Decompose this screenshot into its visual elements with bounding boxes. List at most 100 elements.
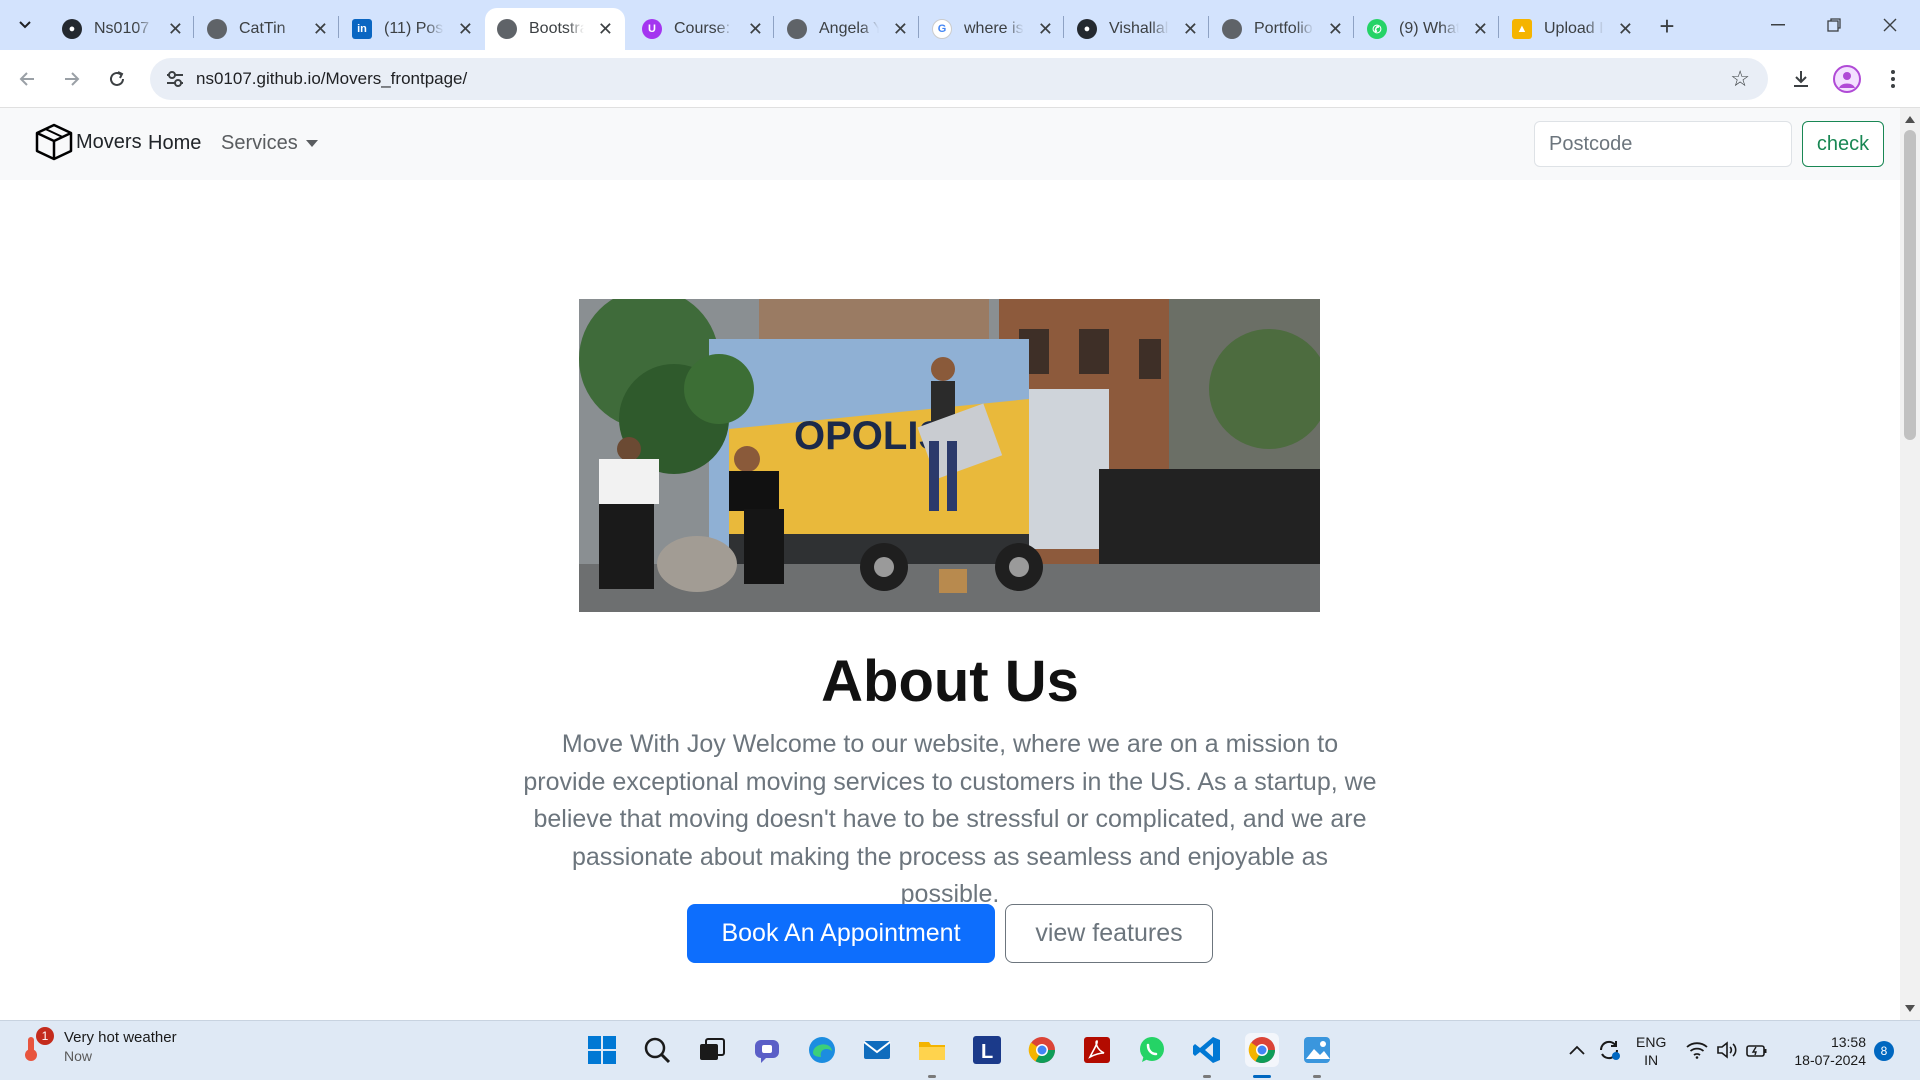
page-viewport: Movers Home Services check OPOLIS xyxy=(0,108,1900,1020)
reload-button[interactable] xyxy=(100,62,134,96)
browser-tab-9[interactable]: Portfolio ✕ xyxy=(1210,8,1355,50)
box-icon xyxy=(35,123,73,161)
close-icon[interactable]: ✕ xyxy=(1473,19,1488,40)
browser-tab-5[interactable]: U Course: ✕ xyxy=(630,8,775,50)
weather-subtitle: Now xyxy=(64,1048,93,1064)
restore-button[interactable] xyxy=(1806,0,1862,50)
minimize-button[interactable] xyxy=(1750,0,1806,50)
moving-truck-photo: OPOLIS xyxy=(579,299,1320,612)
tab-title: Portfolio xyxy=(1254,20,1313,37)
hero-image: OPOLIS xyxy=(579,299,1320,612)
close-icon[interactable]: ✕ xyxy=(1038,19,1053,40)
site-navbar: Movers Home Services check xyxy=(0,108,1900,180)
browser-tab-6[interactable]: Angela Y ✕ xyxy=(775,8,920,50)
close-icon[interactable]: ✕ xyxy=(1618,19,1633,40)
browser-tab-2[interactable]: CatTin ✕ xyxy=(195,8,340,50)
tab-divider xyxy=(338,16,339,38)
google-icon: G xyxy=(932,19,952,39)
tab-title: Course: xyxy=(674,20,731,37)
sync-icon[interactable] xyxy=(1592,1033,1626,1067)
close-icon[interactable]: ✕ xyxy=(748,19,763,40)
github-icon: ● xyxy=(62,19,82,39)
view-features-button[interactable]: view features xyxy=(1005,904,1213,963)
menu-button[interactable] xyxy=(1876,62,1910,96)
address-bar[interactable]: ns0107.github.io/Movers_frontpage/ ☆ xyxy=(150,58,1768,100)
browser-tab-3[interactable]: in (11) Post ✕ xyxy=(340,8,485,50)
close-window-button[interactable] xyxy=(1862,0,1918,50)
site-settings-icon[interactable] xyxy=(164,68,186,90)
browser-tab-8[interactable]: ● Vishallal ✕ xyxy=(1065,8,1210,50)
language-indicator[interactable]: ENG IN xyxy=(1636,1033,1666,1069)
brand-name: Movers xyxy=(76,130,142,153)
windows-start-icon[interactable] xyxy=(585,1033,619,1067)
close-icon[interactable]: ✕ xyxy=(168,19,183,40)
close-icon[interactable]: ✕ xyxy=(598,19,613,40)
restore-icon xyxy=(1827,18,1841,32)
nav-services-dropdown[interactable]: Services xyxy=(221,132,318,155)
tab-divider xyxy=(1498,16,1499,38)
close-icon[interactable]: ✕ xyxy=(1183,19,1198,40)
downloads-button[interactable] xyxy=(1784,62,1818,96)
browser-tab-1[interactable]: ● Ns0107 ✕ xyxy=(50,8,195,50)
l-app-icon[interactable]: L xyxy=(970,1033,1004,1067)
teams-chat-icon[interactable] xyxy=(750,1033,784,1067)
browser-tab-7[interactable]: G where is ✕ xyxy=(920,8,1065,50)
chevron-down-icon xyxy=(19,21,31,29)
back-button[interactable] xyxy=(10,62,44,96)
postcode-input[interactable] xyxy=(1534,121,1792,167)
file-explorer-icon[interactable] xyxy=(915,1033,949,1067)
tab-title: Ns0107 xyxy=(94,20,150,37)
edge-browser-icon[interactable] xyxy=(805,1033,839,1067)
weather-widget[interactable]: 1 Very hot weather Now xyxy=(22,1027,177,1064)
task-view-icon[interactable] xyxy=(695,1033,729,1067)
tab-title: Bootstra xyxy=(529,20,584,37)
new-tab-button[interactable]: + xyxy=(1652,12,1682,42)
profile-button[interactable] xyxy=(1830,62,1864,96)
volume-icon[interactable] xyxy=(1712,1033,1742,1067)
battery-icon[interactable] xyxy=(1742,1033,1772,1067)
wifi-icon[interactable] xyxy=(1682,1033,1712,1067)
clock-time: 13:58 xyxy=(1830,1034,1866,1050)
mail-icon[interactable] xyxy=(860,1033,894,1067)
forward-button[interactable] xyxy=(55,62,89,96)
acrobat-icon[interactable] xyxy=(1080,1033,1114,1067)
reload-icon xyxy=(110,71,124,86)
whatsapp-icon[interactable] xyxy=(1135,1033,1169,1067)
page-scrollbar[interactable] xyxy=(1900,108,1920,1020)
url-text[interactable]: ns0107.github.io/Movers_frontpage/ xyxy=(196,69,467,89)
close-icon[interactable]: ✕ xyxy=(1328,19,1343,40)
running-indicator xyxy=(928,1075,936,1078)
tab-divider xyxy=(773,16,774,38)
bookmark-star-icon[interactable]: ☆ xyxy=(1730,66,1750,92)
more-vertical-icon xyxy=(1891,70,1895,88)
caret-down-icon xyxy=(305,140,318,148)
windows-taskbar: 1 Very hot weather Now L ENG IN 13:58 18… xyxy=(0,1020,1920,1080)
close-icon[interactable]: ✕ xyxy=(313,19,328,40)
clock[interactable]: 13:58 18-07-2024 xyxy=(1788,1033,1866,1069)
tab-title: where is xyxy=(964,20,1024,37)
browser-tab-active[interactable]: Bootstra ✕ xyxy=(485,8,625,50)
chrome-icon[interactable] xyxy=(1025,1033,1059,1067)
scroll-thumb[interactable] xyxy=(1904,130,1916,440)
photos-app-icon[interactable] xyxy=(1300,1033,1334,1067)
clock-date: 18-07-2024 xyxy=(1794,1052,1866,1068)
book-appointment-button[interactable]: Book An Appointment xyxy=(687,904,995,963)
scroll-up-icon[interactable] xyxy=(1905,116,1915,123)
browser-tab-11[interactable]: ▲ Upload I ✕ xyxy=(1500,8,1645,50)
check-button[interactable]: check xyxy=(1802,121,1884,167)
notification-badge[interactable]: 8 xyxy=(1874,1041,1894,1061)
search-icon[interactable] xyxy=(640,1033,674,1067)
tab-search-button[interactable] xyxy=(8,8,42,42)
scroll-down-icon[interactable] xyxy=(1905,1005,1915,1012)
chrome-active-icon[interactable] xyxy=(1245,1033,1279,1067)
chevron-up-icon[interactable] xyxy=(1562,1033,1592,1067)
browser-tabstrip: ● Ns0107 ✕ CatTin ✕ in (11) Post ✕ Boots… xyxy=(0,0,1920,50)
about-title: About Us xyxy=(821,649,1079,714)
vscode-icon[interactable] xyxy=(1190,1033,1224,1067)
close-icon[interactable]: ✕ xyxy=(893,19,908,40)
nav-home-link[interactable]: Home xyxy=(148,132,201,155)
browser-tab-10[interactable]: ✆ (9) What ✕ xyxy=(1355,8,1500,50)
tab-title: Angela Y xyxy=(819,20,879,37)
brand-link[interactable]: Movers xyxy=(34,122,142,162)
close-icon[interactable]: ✕ xyxy=(458,19,473,40)
